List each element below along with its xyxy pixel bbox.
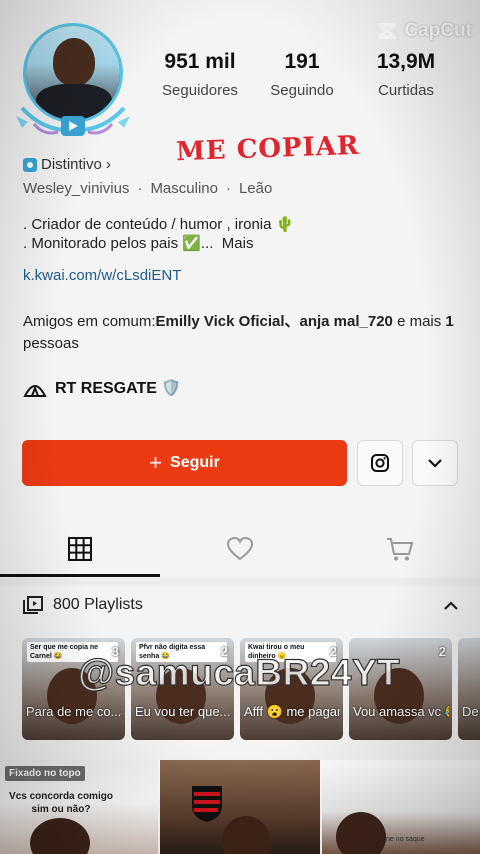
playlist-count: 2	[438, 644, 446, 659]
tab-shop[interactable]	[320, 520, 480, 578]
friends-prefix: Amigos em comum:	[23, 313, 156, 330]
following-label: Seguindo	[270, 82, 334, 99]
profile-avatar[interactable]	[14, 20, 132, 138]
instagram-button[interactable]	[357, 440, 403, 486]
username-watermark: @samucaBR24YT	[77, 651, 401, 693]
profile-meta: Wesley_vinivius · Masculino · Leão	[23, 180, 272, 197]
video-tile[interactable]	[160, 760, 320, 854]
bio-line: . Criador de conteúdo / humor , ironia 🌵	[23, 216, 295, 233]
community-label: RT RESGATE 🛡️	[55, 380, 182, 397]
playlists-header[interactable]: 800 Playlists	[23, 596, 143, 614]
video-grid: Fixado no topo Vcs concorda comigo sim o…	[0, 760, 480, 854]
playlist-card[interactable]: De @C...	[458, 638, 480, 740]
profile-tabs	[0, 520, 480, 579]
stat-following[interactable]: 191 Seguindo	[247, 50, 357, 99]
friends-count: 1	[445, 313, 454, 330]
capcut-label: CapCut	[404, 20, 472, 41]
meta-separator: ·	[137, 180, 143, 197]
playlist-title: Afff 😮 me pagar a pedin...	[244, 704, 340, 719]
cart-icon	[387, 538, 414, 561]
video-question-text: Vcs concorda comigo sim ou não?	[9, 791, 113, 815]
stat-likes[interactable]: 13,9M Curtidas	[351, 50, 461, 99]
likes-label: Curtidas	[378, 82, 434, 99]
video-tile[interactable]: ne no saque	[322, 760, 480, 854]
tent-icon	[23, 385, 47, 397]
playlist-title: De @C...	[462, 704, 480, 719]
mutual-friends[interactable]: Amigos em comum:Emilly Vick Oficial、anja…	[23, 311, 463, 355]
grid-icon	[68, 537, 92, 561]
handwritten-overlay: ME COPIAR	[175, 130, 360, 168]
likes-count: 13,9M	[376, 50, 436, 73]
badge-button[interactable]: Distintivo ›	[23, 156, 111, 173]
playlist-icon	[23, 596, 43, 614]
username: Wesley_vinivius	[23, 180, 130, 197]
meta-separator: ·	[225, 180, 231, 197]
playlist-title: Eu vou ter que...#Estr...	[135, 704, 231, 719]
gender: Masculino	[150, 180, 218, 197]
chevron-down-icon	[428, 459, 442, 468]
follow-button[interactable]: + Seguir	[22, 440, 347, 486]
instagram-icon	[371, 454, 389, 472]
friends-mid: e mais	[392, 313, 446, 330]
playlist-title: Vou amassa vc 😂 ...	[353, 704, 449, 719]
playlist-title: Para de me co...#Bro...	[26, 704, 122, 719]
bio-more-button[interactable]: Mais	[222, 235, 254, 252]
tab-grid[interactable]	[0, 520, 160, 578]
tab-likes[interactable]	[160, 520, 320, 578]
follow-label: Seguir	[170, 454, 220, 471]
playlists-count-label: 800 Playlists	[53, 596, 143, 613]
followers-label: Seguidores	[162, 82, 238, 99]
heart-icon	[226, 536, 254, 561]
following-count: 191	[284, 50, 320, 73]
followers-count: 951 mil	[164, 50, 236, 73]
chevron-up-icon[interactable]	[442, 598, 460, 612]
capcut-watermark: CapCut	[376, 20, 472, 42]
chevron-right-icon: ›	[105, 156, 111, 173]
pinned-badge: Fixado no topo	[5, 766, 85, 781]
friends-names: Emilly Vick Oficial、anja mal_720	[155, 313, 393, 330]
bio-line: . Monitorado pelos pais ✅...	[23, 235, 214, 252]
video-caption: ne no saque	[386, 836, 425, 843]
stat-followers[interactable]: 951 mil Seguidores	[145, 50, 255, 99]
badge-icon	[23, 157, 37, 172]
video-tile-pinned[interactable]: Fixado no topo Vcs concorda comigo sim o…	[0, 760, 158, 854]
profile-link[interactable]: k.kwai.com/w/cLsdiENT	[23, 267, 181, 284]
bio: . Criador de conteúdo / humor , ironia 🌵…	[23, 215, 294, 253]
zodiac-sign: Leão	[238, 180, 273, 197]
friends-suffix: pessoas	[23, 335, 79, 352]
plus-icon: +	[149, 450, 163, 475]
section-divider	[0, 578, 480, 586]
more-dropdown-button[interactable]	[412, 440, 458, 486]
badge-label: Distintivo	[41, 156, 102, 173]
community-link[interactable]: RT RESGATE 🛡️	[23, 378, 181, 398]
avatar-frame-decoration	[16, 106, 130, 136]
active-tab-indicator	[0, 574, 160, 577]
capcut-logo-icon	[376, 20, 398, 42]
club-crest-icon	[192, 786, 222, 822]
